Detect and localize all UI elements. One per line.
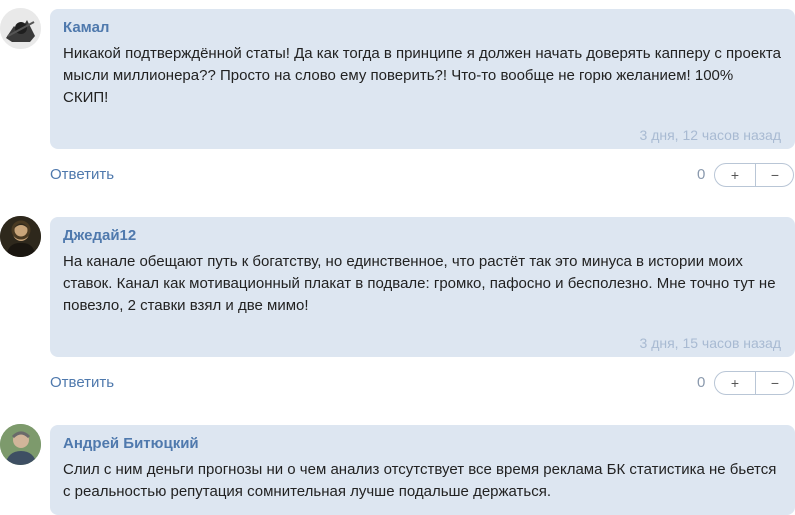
comment-text: Никакой подтверждённой статы! Да как тог… — [63, 45, 781, 106]
downvote-button[interactable]: − — [755, 164, 795, 186]
comment-author[interactable]: Джедай12 — [63, 227, 136, 244]
comment-timestamp: 3 дня, 15 часов назад — [639, 335, 781, 351]
upvote-button[interactable]: + — [715, 372, 756, 394]
avatar[interactable] — [0, 424, 41, 465]
vote-control: + − — [714, 163, 794, 187]
avatar[interactable] — [0, 216, 41, 257]
comment-bubble: Камал Никакой подтверждённой статы! Да к… — [50, 9, 795, 149]
user-avatar-icon — [0, 216, 41, 257]
comment-text: Слил с ним деньги прогнозы ни о чем анал… — [63, 461, 777, 500]
vote-control: + − — [714, 371, 794, 395]
comment-bubble: Андрей Битюцкий Слил с ним деньги прогно… — [50, 425, 795, 515]
reply-button[interactable]: Ответить — [50, 374, 114, 391]
avatar[interactable] — [0, 8, 41, 49]
comment-author[interactable]: Андрей Битюцкий — [63, 435, 199, 452]
reply-button[interactable]: Ответить — [50, 166, 114, 183]
upvote-button[interactable]: + — [715, 164, 756, 186]
comment-bubble: Джедай12 На канале обещают путь к богатс… — [50, 217, 795, 357]
vote-score: 0 — [697, 374, 706, 391]
user-avatar-icon — [0, 8, 41, 49]
comment-author[interactable]: Камал — [63, 19, 109, 36]
comment-text: На канале обещают путь к богатству, но е… — [63, 253, 776, 314]
user-avatar-icon — [0, 424, 41, 465]
downvote-button[interactable]: − — [755, 372, 795, 394]
comment-timestamp: 3 дня, 12 часов назад — [639, 127, 781, 143]
vote-score: 0 — [697, 166, 706, 183]
